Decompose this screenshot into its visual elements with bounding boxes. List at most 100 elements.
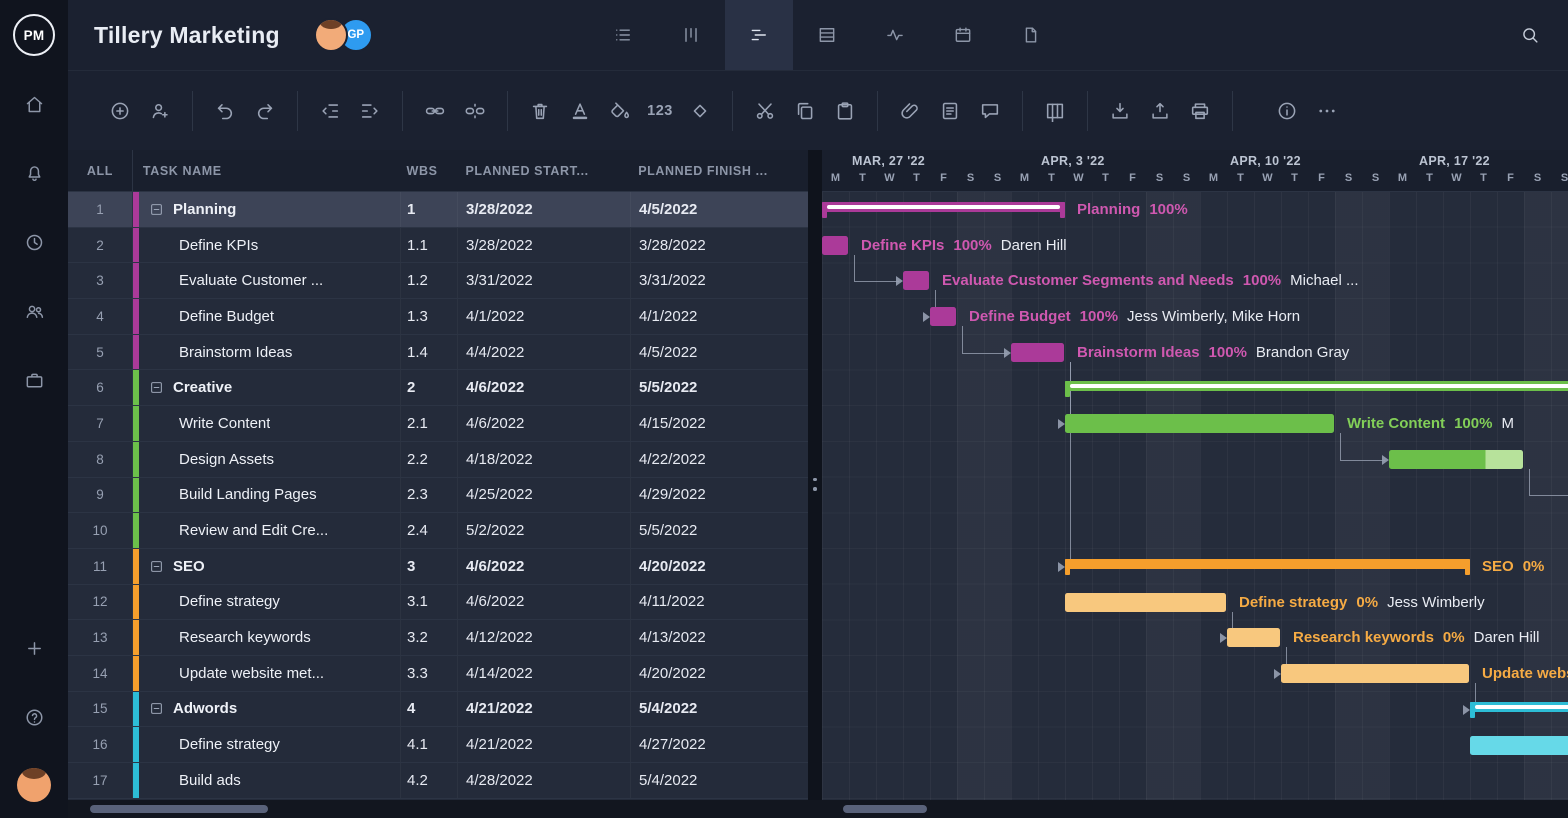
row-number-cell[interactable]: 11 [68,549,133,584]
planned-start-cell[interactable]: 4/6/2022 [458,370,631,405]
planned-start-cell[interactable]: 3/28/2022 [458,192,631,227]
wbs-cell[interactable]: 3.2 [401,620,458,655]
toolbar-unlink-tasks-button[interactable] [455,91,495,131]
planned-finish-cell[interactable]: 3/31/2022 [631,263,808,298]
planned-start-cell[interactable]: 4/4/2022 [458,335,631,370]
wbs-cell[interactable]: 4.1 [401,727,458,762]
toolbar-paste-button[interactable] [825,91,865,131]
row-number-cell[interactable]: 17 [68,763,133,798]
planned-start-cell[interactable]: 3/31/2022 [458,263,631,298]
row-number-cell[interactable]: 5 [68,335,133,370]
planned-start-cell[interactable]: 3/28/2022 [458,228,631,263]
view-tab-calendar[interactable] [929,0,997,70]
table-h-scrollbar[interactable] [90,805,268,813]
gantt-task-bar[interactable] [930,307,956,326]
column-header-task-name[interactable]: TASK NAME [133,164,401,178]
toolbar-info-button[interactable] [1267,91,1307,131]
row-number-cell[interactable]: 16 [68,727,133,762]
toolbar-assign-user-button[interactable] [140,91,180,131]
row-number-cell[interactable]: 1 [68,192,133,227]
wbs-cell[interactable]: 4 [401,692,458,727]
toolbar-add-task-button[interactable] [100,91,140,131]
toolbar-indent-button[interactable] [350,91,390,131]
planned-finish-cell[interactable]: 4/5/2022 [631,192,808,227]
wbs-cell[interactable]: 2.2 [401,442,458,477]
column-header-all[interactable]: ALL [68,150,133,191]
task-name-cell[interactable]: Update website met... [133,656,401,691]
planned-start-cell[interactable]: 4/6/2022 [458,585,631,620]
wbs-cell[interactable]: 1.1 [401,228,458,263]
task-name-cell[interactable]: Creative [133,370,401,405]
column-header-planned-start[interactable]: PLANNED START... [457,164,630,178]
collapse-icon[interactable] [149,559,164,574]
toolbar-column-settings-button[interactable] [1035,91,1075,131]
gantt-summary-bar[interactable] [1065,558,1470,576]
row-number-cell[interactable]: 15 [68,692,133,727]
planned-start-cell[interactable]: 4/18/2022 [458,442,631,477]
view-tab-kanban[interactable] [657,0,725,70]
planned-finish-cell[interactable]: 4/15/2022 [631,406,808,441]
planned-start-cell[interactable]: 4/14/2022 [458,656,631,691]
user-avatar[interactable] [0,752,68,818]
planned-finish-cell[interactable]: 5/4/2022 [631,763,808,798]
planned-finish-cell[interactable]: 4/13/2022 [631,620,808,655]
sidebar-notifications-button[interactable] [0,139,68,208]
planned-start-cell[interactable]: 5/2/2022 [458,513,631,548]
toolbar-link-tasks-button[interactable] [415,91,455,131]
sidebar-home-button[interactable] [0,70,68,139]
wbs-cell[interactable]: 1.3 [401,299,458,334]
row-number-cell[interactable]: 7 [68,406,133,441]
gantt-task-bar[interactable] [1065,414,1334,433]
gantt-task-bar[interactable] [903,271,929,290]
collapse-icon[interactable] [149,380,164,395]
row-number-cell[interactable]: 3 [68,263,133,298]
toolbar-print-button[interactable] [1180,91,1220,131]
member-avatars[interactable]: GP [314,18,373,52]
app-logo[interactable]: PM [0,0,68,70]
task-name-cell[interactable]: Write Content [133,406,401,441]
toolbar-fill-color-button[interactable] [600,91,640,131]
toolbar-export-button[interactable] [1140,91,1180,131]
toolbar-milestone-button[interactable] [680,91,720,131]
gantt-summary-bar[interactable] [1470,701,1568,719]
wbs-cell[interactable]: 2.3 [401,478,458,513]
task-name-cell[interactable]: Define Budget [133,299,401,334]
task-name-cell[interactable]: Design Assets [133,442,401,477]
planned-finish-cell[interactable]: 4/11/2022 [631,585,808,620]
task-name-cell[interactable]: Define strategy [133,727,401,762]
wbs-cell[interactable]: 3.3 [401,656,458,691]
planned-finish-cell[interactable]: 4/27/2022 [631,727,808,762]
wbs-cell[interactable]: 4.2 [401,763,458,798]
planned-finish-cell[interactable]: 4/5/2022 [631,335,808,370]
toolbar-redo-button[interactable] [245,91,285,131]
wbs-cell[interactable]: 3 [401,549,458,584]
row-number-cell[interactable]: 9 [68,478,133,513]
planned-start-cell[interactable]: 4/1/2022 [458,299,631,334]
task-name-cell[interactable]: Brainstorm Ideas [133,335,401,370]
member-avatar-face[interactable] [314,18,348,52]
gantt-task-bar[interactable] [1470,736,1568,755]
wbs-cell[interactable]: 3.1 [401,585,458,620]
row-number-cell[interactable]: 8 [68,442,133,477]
planned-finish-cell[interactable]: 4/29/2022 [631,478,808,513]
gantt-summary-bar[interactable] [1065,380,1568,398]
task-name-cell[interactable]: Review and Edit Cre... [133,513,401,548]
gantt-task-bar[interactable] [1227,628,1280,647]
view-tab-gantt[interactable] [725,0,793,70]
column-header-wbs[interactable]: WBS [401,164,458,178]
gantt-task-bar[interactable] [822,236,848,255]
panel-splitter[interactable] [808,150,822,818]
toolbar-delete-button[interactable] [520,91,560,131]
task-name-cell[interactable]: Build Landing Pages [133,478,401,513]
view-tab-list[interactable] [589,0,657,70]
sidebar-portfolio-button[interactable] [0,346,68,415]
toolbar-notes-button[interactable] [930,91,970,131]
planned-finish-cell[interactable]: 4/1/2022 [631,299,808,334]
toolbar-more-button[interactable] [1307,91,1347,131]
task-name-cell[interactable]: Build ads [133,763,401,798]
search-icon[interactable] [1508,0,1552,70]
toolbar-import-button[interactable] [1100,91,1140,131]
row-number-cell[interactable]: 12 [68,585,133,620]
column-header-planned-finish[interactable]: PLANNED FINISH ... [630,164,808,178]
view-tab-activity[interactable] [861,0,929,70]
